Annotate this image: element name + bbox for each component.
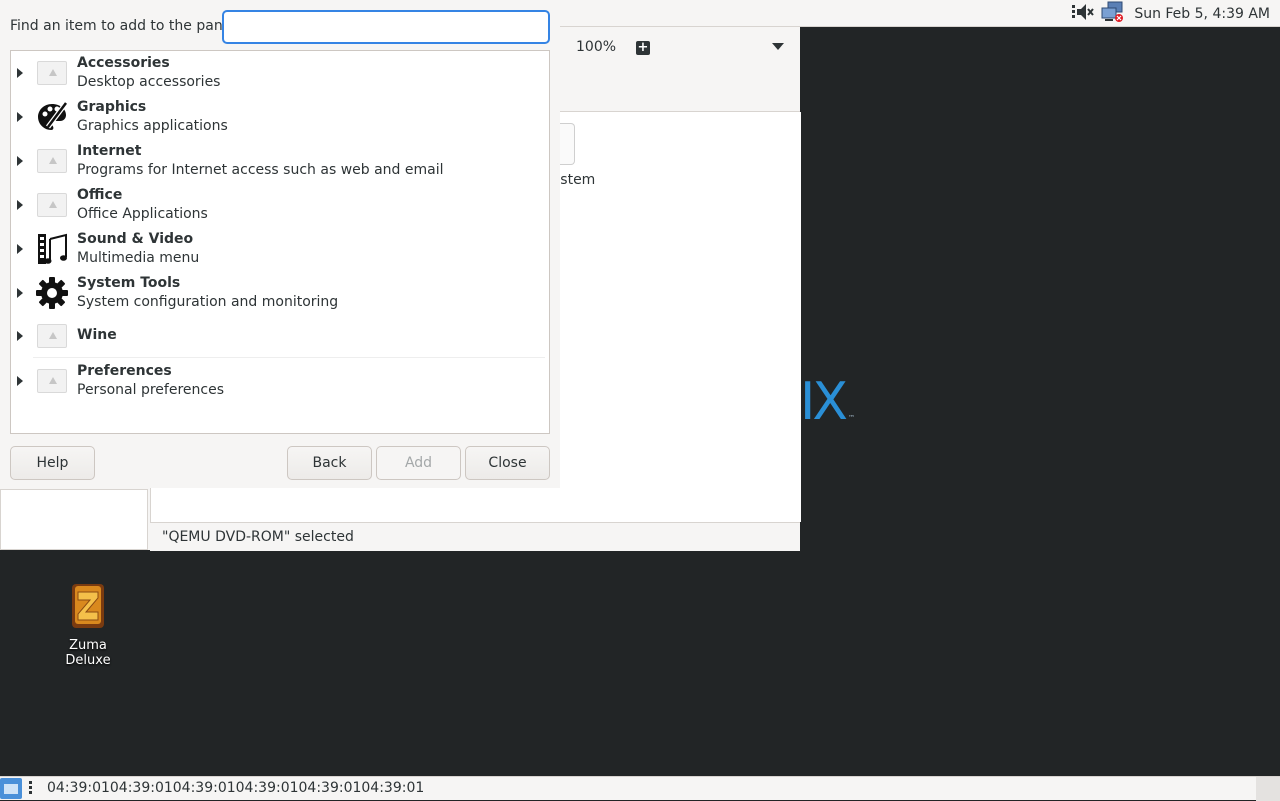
list-item-office[interactable]: Office Office Applications (11, 183, 549, 227)
list-item-sound-video[interactable]: Sound & Video Multimedia menu (11, 227, 549, 271)
expander-arrow-icon[interactable] (17, 244, 23, 254)
taskbar-clock-text[interactable]: 04:39:0104:39:0104:39:0104:39:0104:39:01… (47, 780, 424, 796)
list-item-graphics[interactable]: Graphics Graphics applications (11, 95, 549, 139)
list-item-title: Sound & Video (77, 231, 194, 247)
bottom-panel: 04:39:0104:39:0104:39:0104:39:0104:39:01… (0, 776, 1280, 801)
list-item-title: System Tools (77, 275, 181, 291)
placeholder-icon (37, 324, 67, 348)
expander-arrow-icon[interactable] (17, 288, 23, 298)
list-item-description: Personal preferences (77, 382, 224, 398)
status-bar: "QEMU DVD-ROM" selected (150, 522, 800, 551)
placeholder-icon (37, 61, 67, 85)
panel-handle-icon[interactable] (29, 781, 33, 797)
list-item-description: Office Applications (77, 206, 208, 222)
zuma-deluxe-icon (72, 584, 104, 628)
list-item-title: Wine (77, 327, 117, 343)
list-item-accessories[interactable]: Accessories Desktop accessories (11, 51, 549, 95)
placeholder-icon (37, 149, 67, 173)
list-item-description: Desktop accessories (77, 74, 221, 90)
system-tray: Sun Feb 5, 4:39 AM (1072, 0, 1270, 27)
file-manager-sidebar (0, 489, 148, 550)
expander-arrow-icon[interactable] (17, 200, 23, 210)
expander-arrow-icon[interactable] (17, 376, 23, 386)
list-item-title: Internet (77, 143, 142, 159)
expander-arrow-icon[interactable] (17, 112, 23, 122)
placeholder-icon (37, 369, 67, 393)
list-item-title: Accessories (77, 55, 170, 71)
list-item-description: Graphics applications (77, 118, 228, 134)
status-text: "QEMU DVD-ROM" selected (162, 529, 354, 545)
clock[interactable]: Sun Feb 5, 4:39 AM (1134, 6, 1270, 22)
speaker-muted-icon[interactable] (1072, 2, 1095, 26)
expander-arrow-icon[interactable] (17, 68, 23, 78)
close-button[interactable]: Close (465, 446, 550, 480)
add-button[interactable]: Add (376, 446, 461, 480)
help-button[interactable]: Help (10, 446, 95, 480)
expander-arrow-icon[interactable] (17, 331, 23, 341)
list-item-preferences[interactable]: Preferences Personal preferences (11, 359, 549, 403)
list-item-title: Office (77, 187, 123, 203)
list-item-description: Programs for Internet access such as web… (77, 162, 444, 178)
list-item-system-tools[interactable]: System Tools System configuration and mo… (11, 271, 549, 315)
graphics-icon (36, 101, 68, 133)
placeholder-icon (37, 193, 67, 217)
zoom-in-icon[interactable]: + (636, 41, 650, 55)
item-list: Accessories Desktop accessories Graphics… (10, 50, 550, 434)
list-separator (33, 357, 545, 358)
search-label: Find an item to add to the panel: (10, 18, 240, 34)
add-to-panel-dialog: Find an item to add to the panel: Access… (0, 0, 560, 488)
list-item-description: Multimedia menu (77, 250, 200, 266)
list-item-title: Preferences (77, 363, 172, 379)
multimedia-icon (36, 233, 68, 265)
list-item-internet[interactable]: Internet Programs for Internet access su… (11, 139, 549, 183)
list-item-description: System configuration and monitoring (77, 294, 339, 310)
network-disconnected-icon[interactable] (1100, 1, 1124, 27)
back-button[interactable]: Back (287, 446, 372, 480)
gear-icon (36, 277, 68, 309)
file-manager-toolbar: 100% + (560, 27, 800, 112)
desktop-logo: IX (800, 372, 848, 432)
expander-arrow-icon[interactable] (17, 156, 23, 166)
search-input[interactable] (222, 10, 550, 44)
desktop-icon-zuma-deluxe[interactable]: Zuma Deluxe (50, 582, 126, 668)
desktop-logo-tm: ™ (848, 414, 855, 422)
chevron-down-icon[interactable] (772, 43, 784, 50)
workspace-switcher[interactable] (1256, 777, 1280, 801)
list-item-title: Graphics (77, 99, 147, 115)
list-item-wine[interactable]: Wine (11, 315, 549, 357)
show-desktop-icon[interactable] (0, 778, 22, 799)
desktop-icon-label: Zuma Deluxe (65, 638, 111, 668)
zoom-level: 100% (576, 39, 617, 55)
